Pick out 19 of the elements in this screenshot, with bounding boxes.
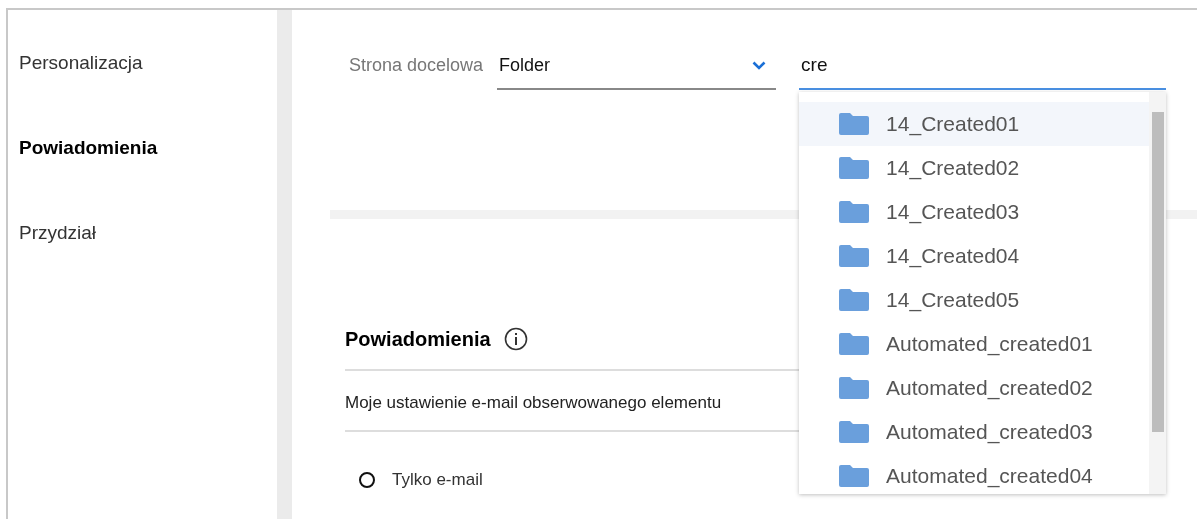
section-title: Powiadomienia [345, 327, 491, 351]
folder-icon [839, 245, 870, 267]
folder-icon [839, 201, 870, 223]
chevron-down-icon [752, 60, 767, 70]
folder-icon [839, 289, 870, 311]
folder-option[interactable]: Automated_created04 [799, 454, 1150, 494]
sidebar-item[interactable]: Personalizacja [19, 52, 277, 74]
folder-icon [839, 377, 870, 399]
folder-icon [839, 157, 870, 179]
folder-icon [839, 113, 870, 135]
folder-icon [839, 465, 870, 487]
field-label: Strona docelowa [349, 55, 484, 77]
sidebar-item[interactable]: Przydział [19, 222, 277, 244]
folder-option[interactable]: 14_Created01 [799, 102, 1150, 146]
sidebar-item[interactable]: Powiadomienia [19, 137, 277, 159]
folder-icon [839, 421, 870, 443]
info-icon[interactable] [503, 327, 528, 351]
folder-icon [839, 333, 870, 355]
scrollbar[interactable] [1149, 92, 1167, 494]
